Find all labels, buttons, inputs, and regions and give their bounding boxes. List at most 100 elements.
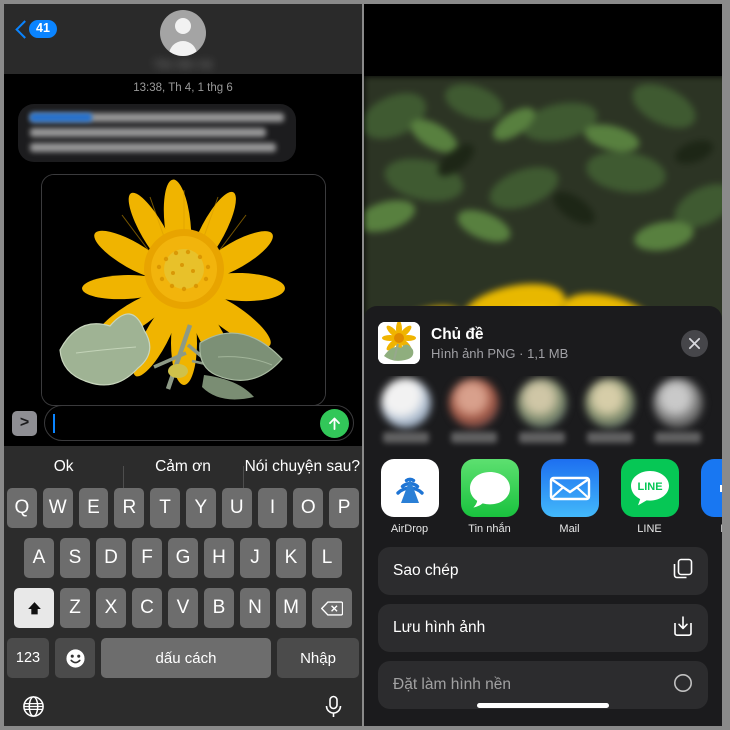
backspace-delete-icon[interactable] xyxy=(312,588,352,628)
doc-title: Chủ đề xyxy=(431,326,484,343)
suggested-contact[interactable] xyxy=(648,378,708,443)
messages-icon xyxy=(460,459,519,517)
line-icon: LINE xyxy=(620,459,679,517)
mail-icon xyxy=(540,459,599,517)
key-t[interactable]: T xyxy=(150,488,180,528)
action-label: Sao chép xyxy=(393,562,459,579)
key-q[interactable]: Q xyxy=(7,488,37,528)
doc-subtitle: Hình ảnh PNG · 1,1 MB xyxy=(431,346,569,361)
back-button[interactable]: 41 xyxy=(16,20,57,38)
action-label-partial: Đặt làm hình nền xyxy=(393,676,512,693)
contact-avatar-redacted xyxy=(449,378,499,428)
photo-viewer-topbar xyxy=(364,4,722,76)
share-app-airdrop[interactable]: AirDrop xyxy=(378,459,441,535)
message-input[interactable] xyxy=(44,405,354,441)
space-key[interactable]: dấu cách xyxy=(101,638,271,678)
share-app-mail[interactable]: Mail xyxy=(538,459,601,535)
app-label: Mail xyxy=(559,523,580,535)
key-w[interactable]: W xyxy=(42,488,73,528)
circle-info-icon xyxy=(673,673,693,698)
screenshot-root: 41 Tên liên hệ 13:38, Th 4, 1 thg 6 > Ok… xyxy=(0,0,730,730)
key-c[interactable]: C xyxy=(132,588,162,628)
attached-photo[interactable] xyxy=(40,174,326,406)
key-l[interactable]: L xyxy=(312,538,342,578)
prediction-2[interactable]: Nói chuyện sau? xyxy=(242,458,362,488)
background-photo xyxy=(364,76,722,336)
action-row-save-image[interactable]: Lưu hình ảnh xyxy=(378,604,708,652)
share-app-line[interactable]: LINE LINE xyxy=(618,459,681,535)
flower-photo-icon xyxy=(41,175,325,405)
keyboard-row-1: Q W E R T Y U I O P xyxy=(4,488,362,528)
globe-language-icon[interactable] xyxy=(22,695,45,723)
suggested-contacts-row xyxy=(364,376,722,453)
key-j[interactable]: J xyxy=(240,538,270,578)
numbers-key[interactable]: 123 xyxy=(7,638,49,678)
action-row-partial-hidden[interactable]: Đặt làm hình nền xyxy=(378,661,708,709)
contact-name-redacted xyxy=(519,432,565,443)
contact-avatar-redacted xyxy=(585,378,635,428)
key-x[interactable]: X xyxy=(96,588,126,628)
message-text-redacted-line xyxy=(30,143,277,152)
keyboard-bottom-bar xyxy=(4,688,362,726)
key-s[interactable]: S xyxy=(60,538,90,578)
key-o[interactable]: O xyxy=(293,488,324,528)
message-composer: > xyxy=(4,400,362,446)
suggested-contact[interactable] xyxy=(580,378,640,443)
app-label: AirDrop xyxy=(390,523,429,535)
keyboard-row-3: Z X C V B N M xyxy=(4,588,362,628)
chevron-left-icon xyxy=(16,20,27,38)
contact-name-redacted xyxy=(655,432,701,443)
key-a[interactable]: A xyxy=(24,538,54,578)
prediction-1[interactable]: Cảm ơn xyxy=(123,458,242,488)
key-r[interactable]: R xyxy=(114,488,145,528)
arrow-up-send-icon xyxy=(329,417,340,431)
app-label: LINE xyxy=(637,523,662,535)
contact-avatar-redacted xyxy=(517,378,567,428)
key-g[interactable]: G xyxy=(168,538,198,578)
smiley-emoji-icon[interactable] xyxy=(55,638,95,678)
key-h[interactable]: H xyxy=(204,538,234,578)
key-m[interactable]: M xyxy=(276,588,306,628)
contact-header[interactable]: Tên liên hệ xyxy=(154,10,213,71)
key-p[interactable]: P xyxy=(329,488,359,528)
contact-name-redacted xyxy=(451,432,497,443)
key-y[interactable]: Y xyxy=(186,488,216,528)
message-text-redacted-line xyxy=(30,128,267,137)
contact-name-redacted: Tên liên hệ xyxy=(153,59,213,71)
key-u[interactable]: U xyxy=(221,488,252,528)
suggested-contact[interactable] xyxy=(444,378,504,443)
prediction-bar: Ok Cảm ơn Nói chuyện sau? xyxy=(4,446,362,488)
microphone-dictation-icon[interactable] xyxy=(323,695,344,724)
key-b[interactable]: B xyxy=(204,588,234,628)
suggested-contact[interactable] xyxy=(512,378,572,443)
key-v[interactable]: V xyxy=(168,588,198,628)
key-e[interactable]: E xyxy=(78,488,109,528)
share-sheet-header: Chủ đề Hình ảnh PNG · 1,1 MB xyxy=(364,316,722,376)
prediction-0[interactable]: Ok xyxy=(4,458,123,476)
message-thread: 13:38, Th 4, 1 thg 6 > xyxy=(4,74,362,446)
incoming-message-bubble[interactable] xyxy=(18,104,296,162)
key-k[interactable]: K xyxy=(276,538,306,578)
key-i[interactable]: I xyxy=(257,488,288,528)
close-x-icon[interactable] xyxy=(681,329,708,357)
return-key[interactable]: Nhập xyxy=(277,638,359,678)
expand-apps-button[interactable]: > xyxy=(12,410,37,436)
share-app-facebook[interactable]: Fac xyxy=(698,459,722,535)
suggested-contact[interactable] xyxy=(376,378,436,443)
flower-thumbnail-icon xyxy=(378,322,420,364)
key-n[interactable]: N xyxy=(240,588,270,628)
share-app-messages[interactable]: Tin nhắn xyxy=(458,459,521,535)
action-group-copy: Sao chép xyxy=(378,547,708,595)
text-caret xyxy=(53,413,55,433)
key-d[interactable]: D xyxy=(96,538,126,578)
keyboard-row-2: A S D F G H J K L xyxy=(4,538,362,578)
virtual-keyboard: Ok Cảm ơn Nói chuyện sau? Q W E R T Y U … xyxy=(4,446,362,726)
key-f[interactable]: F xyxy=(132,538,162,578)
facebook-icon xyxy=(700,459,722,517)
shift-up-arrow-icon[interactable] xyxy=(14,588,54,628)
action-group-save: Lưu hình ảnh xyxy=(378,604,708,652)
key-z[interactable]: Z xyxy=(60,588,90,628)
action-row-copy[interactable]: Sao chép xyxy=(378,547,708,595)
send-button[interactable] xyxy=(320,409,349,438)
contact-avatar-redacted xyxy=(653,378,703,428)
